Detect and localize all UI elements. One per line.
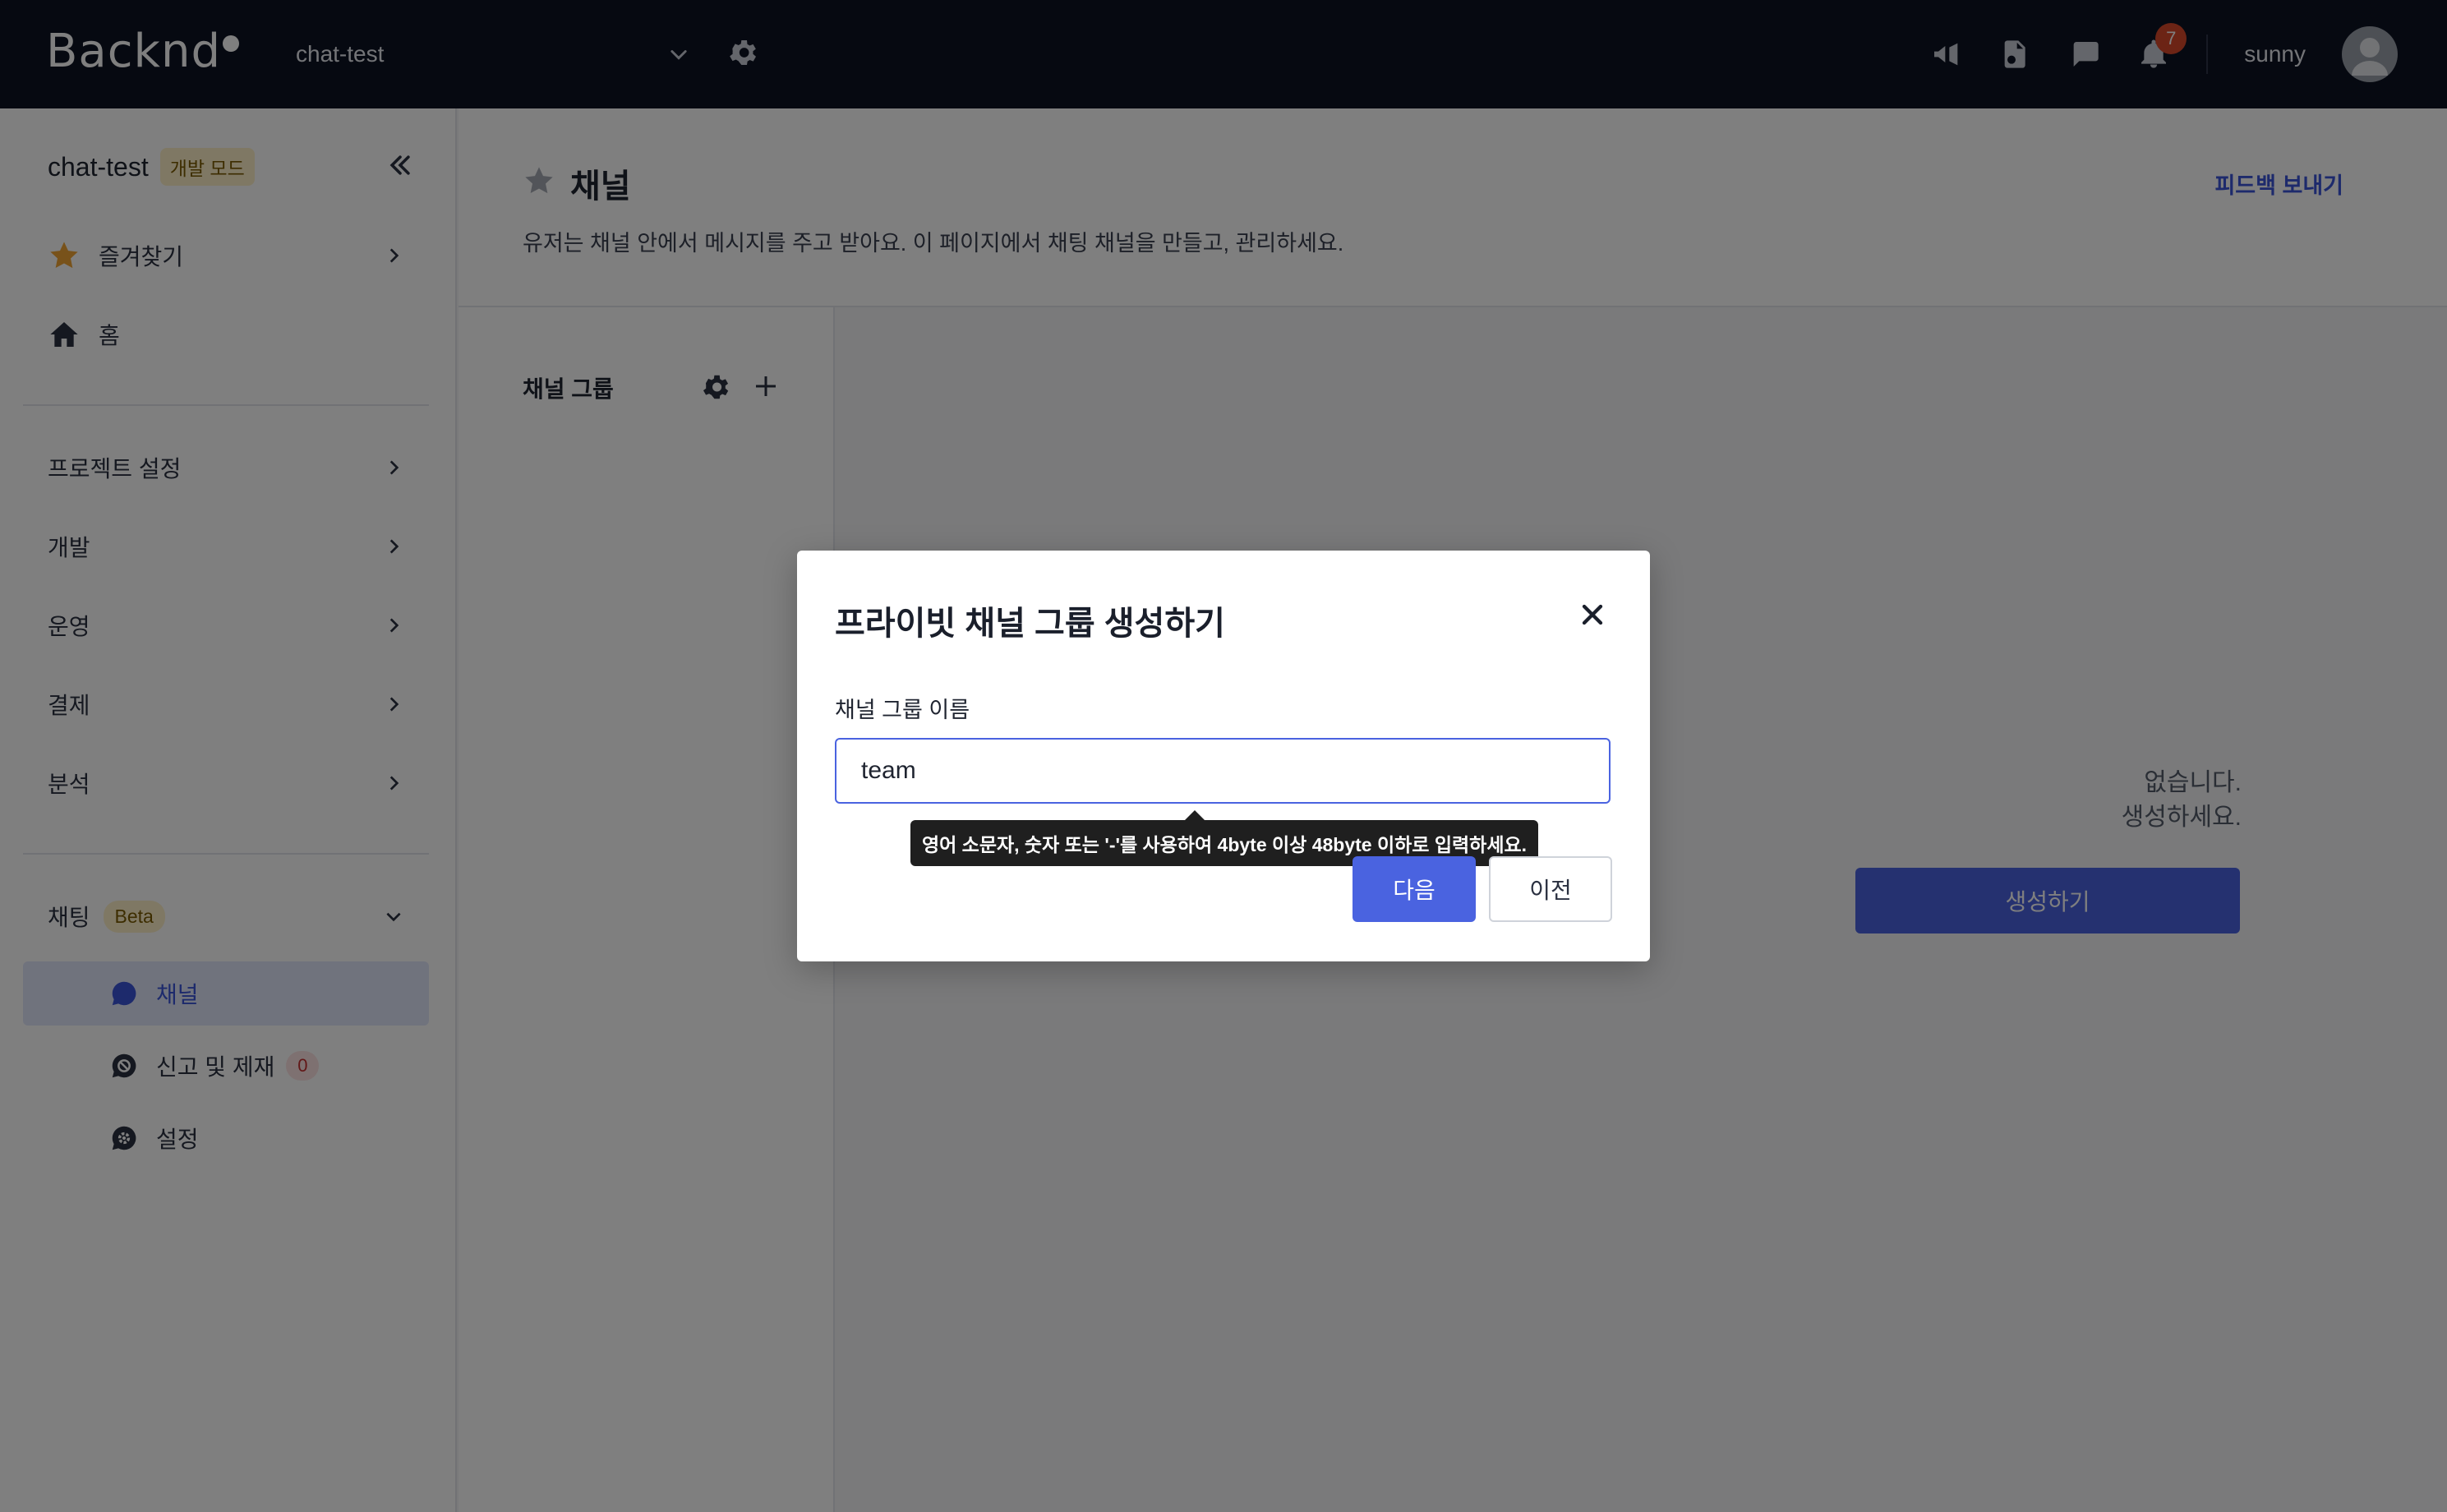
channel-group-name-label: 채널 그룹 이름 bbox=[835, 698, 970, 722]
create-private-channel-group-modal: 프라이빗 채널 그룹 생성하기 채널 그룹 이름 영어 소문자, 숫자 또는 '… bbox=[797, 551, 1650, 961]
next-button[interactable]: 다음 bbox=[1353, 856, 1476, 922]
close-icon[interactable] bbox=[1576, 598, 1609, 631]
tooltip-arrow bbox=[1185, 810, 1205, 820]
previous-button[interactable]: 이전 bbox=[1489, 856, 1612, 922]
modal-title: 프라이빗 채널 그룹 생성하기 bbox=[835, 606, 1225, 642]
channel-group-name-input[interactable] bbox=[835, 738, 1611, 804]
